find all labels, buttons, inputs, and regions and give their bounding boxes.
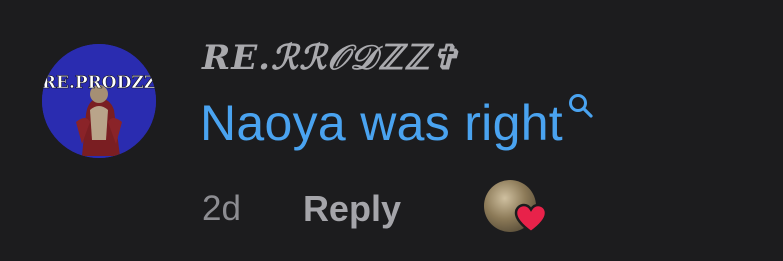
comment-text: Naoya was right bbox=[200, 95, 563, 151]
avatar[interactable]: RE.PRODZZ bbox=[42, 44, 156, 158]
comment-meta: 2d Reply bbox=[202, 186, 401, 232]
liked-by-creator[interactable] bbox=[484, 180, 550, 238]
comment-row: Naoya was right bbox=[200, 90, 595, 156]
reply-button[interactable]: Reply bbox=[303, 188, 401, 230]
comment: RE.PRODZZ RE.ℛℛ𝒪𝒟ℤℤ✞ Naoya was right 2d … bbox=[0, 0, 783, 261]
timestamp: 2d bbox=[202, 189, 241, 228]
search-icon[interactable] bbox=[567, 92, 595, 120]
avatar-image: RE.PRODZZ bbox=[42, 44, 156, 158]
heart-icon bbox=[514, 203, 548, 234]
svg-text:RE.PRODZZ: RE.PRODZZ bbox=[42, 73, 156, 93]
username[interactable]: RE.ℛℛ𝒪𝒟ℤℤ✞ bbox=[202, 38, 460, 78]
